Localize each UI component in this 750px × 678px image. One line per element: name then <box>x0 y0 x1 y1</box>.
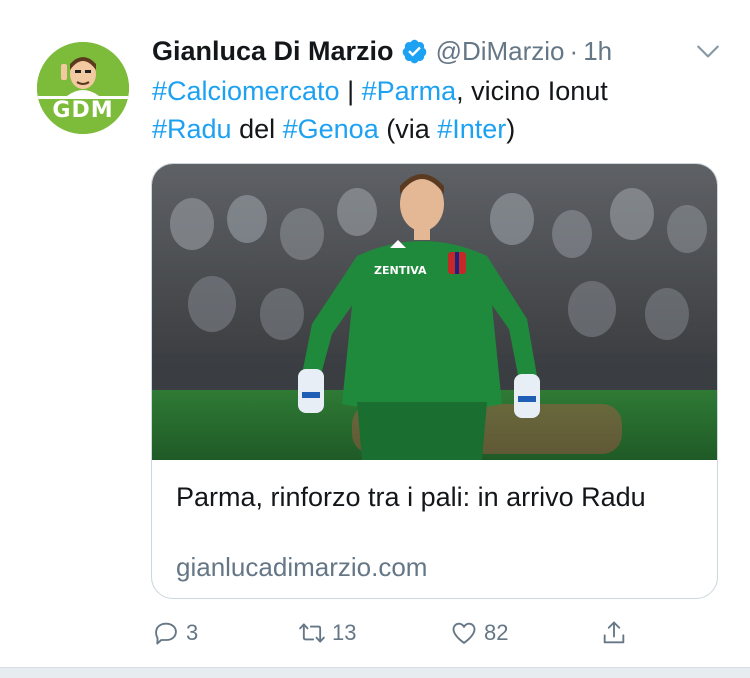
author-name[interactable]: Gianluca Di Marzio <box>152 36 394 67</box>
text-segment: , vicino Ionut <box>456 76 608 106</box>
author-handle[interactable]: @DiMarzio <box>436 36 565 67</box>
like-button[interactable]: 82 <box>450 615 508 651</box>
avatar[interactable]: GDM <box>37 42 129 134</box>
share-icon <box>603 621 625 644</box>
share-button[interactable] <box>600 615 628 651</box>
verified-badge-icon <box>402 39 426 63</box>
avatar-logo-text: GDM <box>52 98 114 123</box>
tweet[interactable]: GDM Gianluca Di Marzio @DiMarzio · 1h #C… <box>0 0 750 668</box>
reply-button[interactable]: 3 <box>152 615 198 651</box>
card-title[interactable]: Parma, rinforzo tra i pali: in arrivo Ra… <box>176 478 696 516</box>
card-image: ZENTIVA <box>152 164 717 460</box>
hashtag-parma[interactable]: #Parma <box>362 76 457 106</box>
text-segment: | <box>339 76 362 106</box>
like-icon <box>452 622 476 644</box>
retweet-count: 13 <box>332 620 357 645</box>
retweet-button[interactable]: 13 <box>298 615 356 651</box>
tweet-text: #Calciomercato | #Parma, vicino Ionut #R… <box>152 72 712 148</box>
tweet-timestamp[interactable]: 1h <box>583 36 612 67</box>
reply-count: 3 <box>186 620 199 645</box>
tweet-actions: 3 13 82 <box>152 615 652 651</box>
chevron-down-icon[interactable] <box>695 38 721 64</box>
card-domain: gianlucadimarzio.com <box>176 552 428 582</box>
text-segment: (via <box>378 114 438 144</box>
retweet-icon <box>299 623 325 643</box>
timeline-divider <box>0 667 750 678</box>
link-card[interactable]: ZENTIVA Parma, rinforzo tra i pali: in a… <box>151 163 718 599</box>
reply-icon <box>155 622 177 645</box>
hashtag-radu[interactable]: #Radu <box>152 114 232 144</box>
hashtag-genoa[interactable]: #Genoa <box>283 114 379 144</box>
hashtag-calciomercato[interactable]: #Calciomercato <box>152 76 340 106</box>
text-segment: del <box>231 114 283 144</box>
separator-dot: · <box>569 35 579 66</box>
like-count: 82 <box>484 620 509 645</box>
card-photo-goalkeeper: ZENTIVA <box>152 164 717 460</box>
hashtag-inter[interactable]: #Inter <box>437 114 506 144</box>
jersey-sponsor: ZENTIVA <box>374 264 427 277</box>
tweet-header: Gianluca Di Marzio @DiMarzio · 1h <box>152 33 612 69</box>
text-segment: ) <box>506 114 516 144</box>
